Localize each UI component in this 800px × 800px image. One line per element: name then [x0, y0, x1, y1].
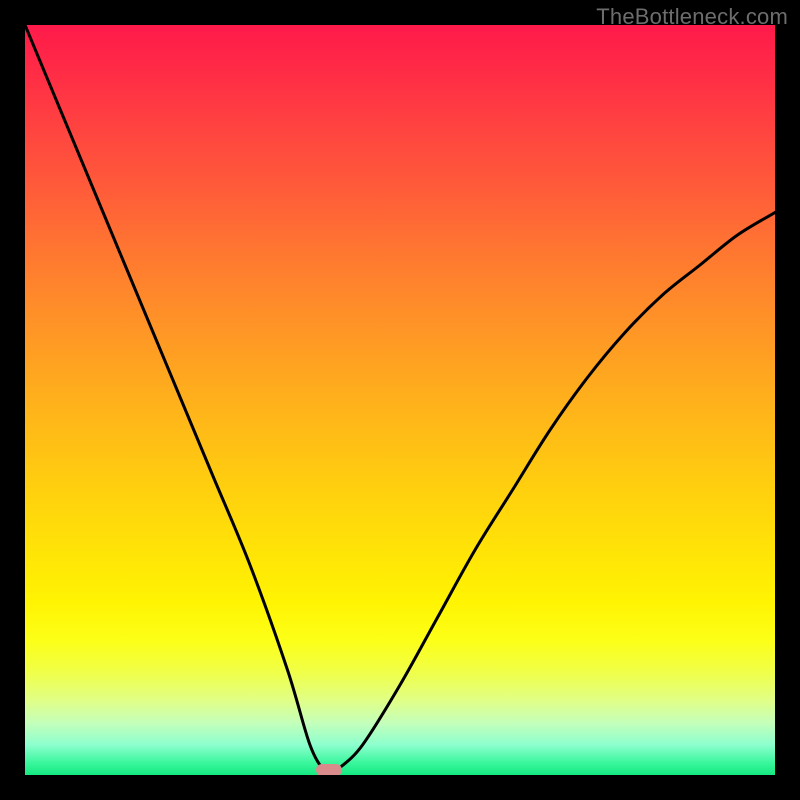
chart-frame: TheBottleneck.com [0, 0, 800, 800]
plot-area [25, 25, 775, 775]
minimum-marker [316, 764, 342, 775]
watermark-text: TheBottleneck.com [596, 4, 788, 30]
bottleneck-curve [25, 25, 775, 775]
